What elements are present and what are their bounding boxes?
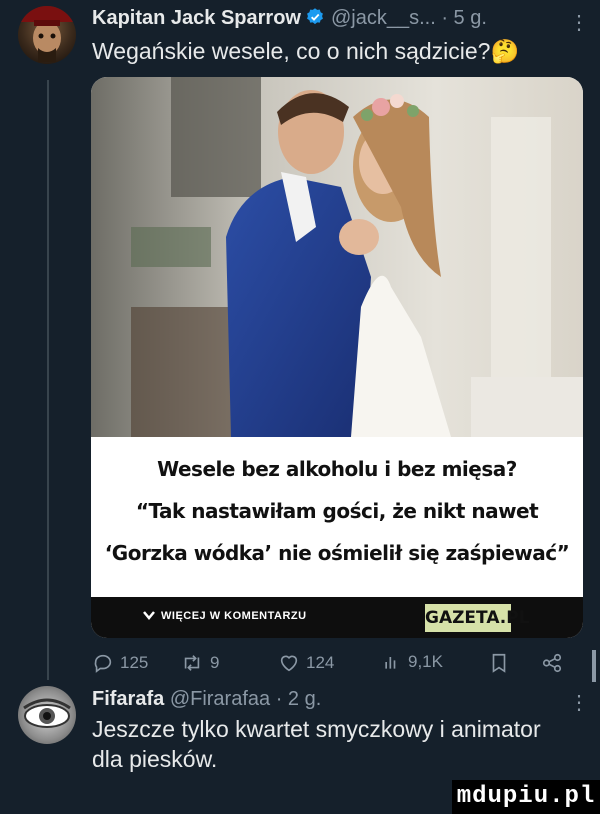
like-icon	[280, 655, 298, 672]
wedding-photo	[91, 77, 583, 437]
media-caption: Wesele bez alkoholu i bez mięsa? “Tak na…	[91, 437, 583, 597]
avatar-image	[18, 6, 76, 62]
retweet-count: 9	[210, 653, 220, 672]
views-icon	[385, 657, 396, 669]
retweet-button[interactable]: 9	[180, 652, 219, 674]
brand-logo: GAZETA.PL	[425, 604, 530, 632]
media-footer-bar: WIĘCEJ W KOMENTARZU GAZETA.PL	[91, 597, 583, 638]
tweet-text: Wegańskie wesele, co o nich sądzicie?🤔	[92, 38, 520, 64]
tweet-actions: 125 9 124 9,1K	[92, 652, 576, 682]
reply-text-line-1: Jeszcze tylko kwartet smyczkowy i animat…	[92, 716, 541, 742]
reply-button[interactable]: 125	[92, 652, 148, 674]
tweet-header: Kapitan Jack Sparrow @jack__s... · 5 g.	[92, 7, 487, 33]
tweet-time[interactable]: · 5 g.	[441, 7, 487, 29]
reply-text-line-2: dla piesków.	[92, 746, 218, 772]
bookmark-icon	[492, 653, 506, 673]
chevron-down-icon	[143, 611, 155, 620]
views-count: 9,1K	[408, 652, 443, 671]
reply-avatar-image	[23, 698, 71, 728]
like-count: 124	[306, 653, 335, 672]
views-button[interactable]: 9,1K	[382, 652, 443, 672]
scrollbar[interactable]	[592, 650, 596, 682]
author-handle[interactable]: @jack__s...	[331, 7, 436, 29]
reply-header: Fifarafa @Firarafaa · 2 g.	[92, 688, 321, 711]
reply-author-handle[interactable]: @Firarafaa	[170, 688, 270, 710]
author-name[interactable]: Kapitan Jack Sparrow	[92, 7, 301, 29]
thread-connector-line	[47, 80, 49, 680]
reply-icon	[94, 654, 112, 673]
reply-count: 125	[120, 653, 149, 672]
share-button[interactable]	[540, 652, 570, 674]
like-button[interactable]: 124	[278, 652, 334, 674]
caption-line-2: “Tak nastawiłam gości, że nikt nawet	[135, 499, 539, 523]
verified-icon	[305, 7, 325, 33]
reply-avatar[interactable]	[18, 686, 76, 744]
share-icon	[542, 653, 562, 673]
avatar[interactable]	[18, 6, 76, 64]
reply-more-icon[interactable]: ⋮	[569, 690, 590, 715]
site-watermark: mdupiu.pl	[452, 780, 600, 814]
tweet-media[interactable]: Wesele bez alkoholu i bez mięsa? “Tak na…	[91, 77, 583, 638]
bookmark-button[interactable]	[488, 652, 516, 674]
caption-line-3: ‘Gorzka wódka’ nie ośmielił się zaśpiewa…	[104, 541, 570, 565]
reply-time[interactable]: · 2 g.	[276, 688, 322, 710]
retweet-icon	[184, 655, 200, 671]
more-icon[interactable]: ⋮	[569, 10, 590, 35]
reply-author-name[interactable]: Fifarafa	[92, 688, 164, 710]
caption-line-1: Wesele bez alkoholu i bez mięsa?	[157, 457, 517, 481]
more-comments-label: WIĘCEJ W KOMENTARZU	[161, 610, 307, 622]
